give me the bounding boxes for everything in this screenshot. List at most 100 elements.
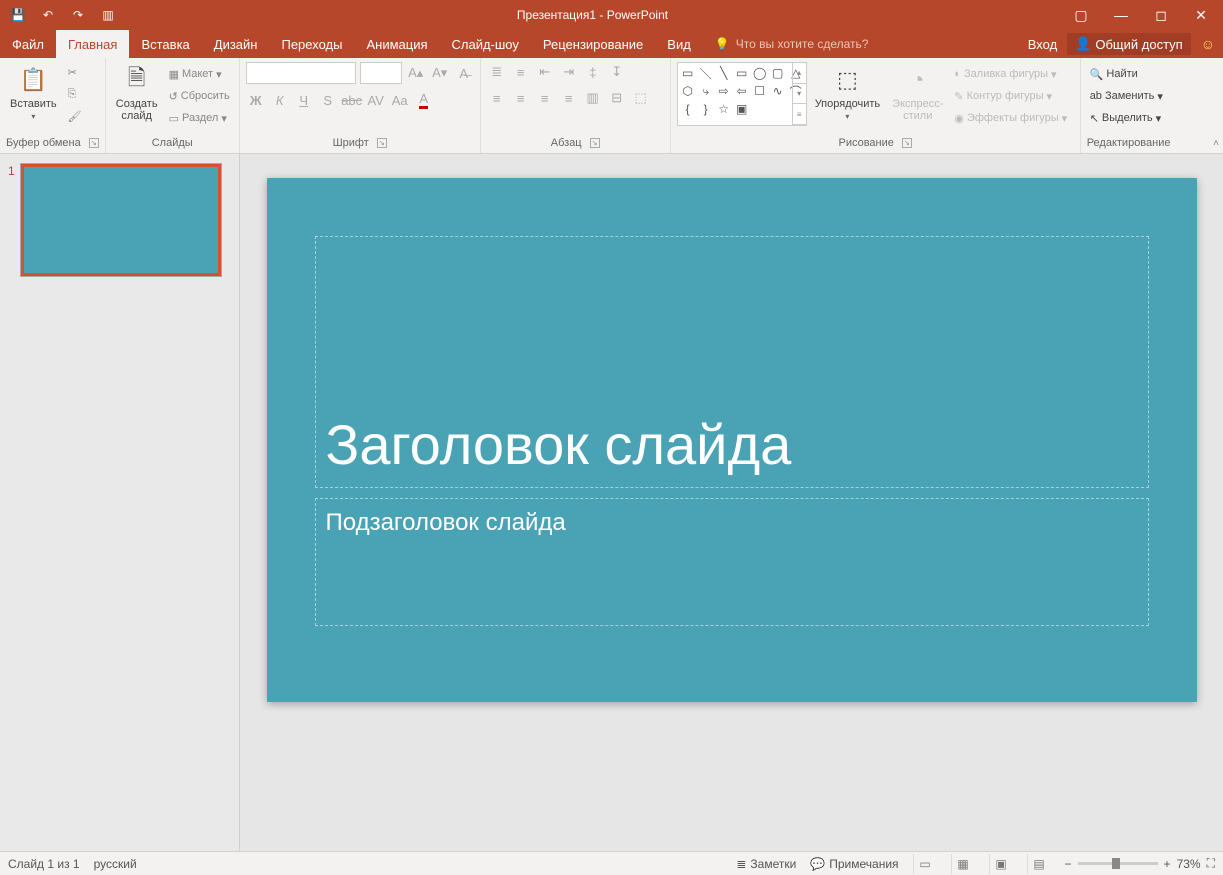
reset-button[interactable]: ↺Сбросить — [166, 86, 233, 106]
tab-transitions[interactable]: Переходы — [269, 30, 354, 58]
quick-styles-button[interactable]: ◔ Экспресс- стили — [888, 62, 947, 124]
italic-button[interactable]: К — [270, 90, 290, 110]
shape-rect-icon[interactable]: ▭ — [734, 65, 750, 81]
tab-file[interactable]: Файл — [0, 30, 56, 58]
dialog-launcher-icon[interactable]: ↘ — [377, 138, 387, 148]
zoom-level[interactable]: 73% — [1177, 857, 1201, 871]
ribbon-options-icon[interactable]: ▢ — [1065, 3, 1097, 27]
paste-button[interactable]: 📋 Вставить ▾ — [6, 62, 61, 123]
bold-button[interactable]: Ж — [246, 90, 266, 110]
signin-link[interactable]: Вход — [1028, 37, 1057, 52]
copy-button[interactable]: ⎘ — [65, 84, 85, 104]
start-slideshow-icon[interactable]: ▥ — [100, 7, 116, 23]
tab-insert[interactable]: Вставка — [129, 30, 201, 58]
align-center-button[interactable]: ≡ — [511, 88, 531, 108]
shape-oval-icon[interactable]: ◯ — [752, 65, 768, 81]
font-color-button[interactable]: A — [414, 90, 434, 110]
shape-brace-icon[interactable]: { — [680, 101, 696, 117]
share-button[interactable]: 👤Общий доступ — [1067, 33, 1191, 55]
language-status[interactable]: русский — [94, 857, 137, 871]
undo-icon[interactable]: ↶ — [40, 7, 56, 23]
collapse-ribbon-icon[interactable]: ˄ — [1213, 138, 1219, 149]
justify-button[interactable]: ≡ — [559, 88, 579, 108]
title-placeholder[interactable]: Заголовок слайда — [315, 236, 1149, 488]
smartart-button[interactable]: ⬚ — [631, 88, 651, 108]
fit-to-window-button[interactable]: ⛶ — [1207, 856, 1215, 871]
comments-button[interactable]: 💬Примечания — [810, 857, 898, 871]
shape-curve-icon[interactable]: ∿ — [770, 83, 786, 99]
normal-view-button[interactable]: ▭ — [913, 854, 937, 874]
zoom-knob[interactable] — [1112, 858, 1120, 869]
shape-star-icon[interactable]: ☆ — [716, 101, 732, 117]
align-left-button[interactable]: ≡ — [487, 88, 507, 108]
shadow-button[interactable]: S — [318, 90, 338, 110]
decrease-font-icon[interactable]: A▾ — [430, 63, 450, 83]
zoom-out-button[interactable]: − — [1065, 857, 1072, 871]
change-case-button[interactable]: Aa — [390, 90, 410, 110]
shape-outline-button[interactable]: ✎Контур фигуры ▾ — [951, 86, 1070, 106]
reading-view-button[interactable]: ▣ — [989, 854, 1013, 874]
dialog-launcher-icon[interactable]: ↘ — [902, 138, 912, 148]
gallery-down-icon[interactable]: ▾ — [793, 84, 806, 105]
notes-button[interactable]: ≣Заметки — [736, 857, 796, 871]
shape-arrow4-icon[interactable]: ⇦ — [734, 83, 750, 99]
close-button[interactable]: ✕ — [1185, 3, 1217, 27]
clear-formatting-icon[interactable]: A̶ — [454, 63, 474, 83]
line-spacing-button[interactable]: ‡ — [583, 62, 603, 82]
shape-arrow3-icon[interactable]: ⇨ — [716, 83, 732, 99]
replace-button[interactable]: abЗаменить ▾ — [1087, 86, 1166, 106]
align-text-button[interactable]: ⊟ — [607, 88, 627, 108]
font-name-input[interactable] — [246, 62, 356, 84]
format-painter-button[interactable]: 🖌 — [65, 106, 85, 126]
bullets-button[interactable]: ≣ — [487, 62, 507, 82]
slide-thumbnail-1[interactable]: 1 — [8, 164, 231, 276]
dialog-launcher-icon[interactable]: ↘ — [590, 138, 600, 148]
shape-line-icon[interactable]: ＼ — [698, 65, 714, 81]
shape-effects-button[interactable]: ◉Эффекты фигуры ▾ — [951, 108, 1070, 128]
thumbnail-pane[interactable]: 1 — [0, 154, 240, 851]
layout-button[interactable]: ▦Макет ▾ — [166, 64, 233, 84]
shape-roundrect-icon[interactable]: ▢ — [770, 65, 786, 81]
slide-canvas[interactable]: Заголовок слайда Подзаголовок слайда — [267, 178, 1197, 702]
tell-me[interactable]: 💡Что вы хотите сделать? — [703, 30, 881, 58]
find-button[interactable]: 🔍Найти — [1087, 64, 1166, 84]
new-slide-button[interactable]: 🗎 Создать слайд — [112, 62, 162, 124]
tab-design[interactable]: Дизайн — [202, 30, 270, 58]
dialog-launcher-icon[interactable]: ↘ — [89, 138, 99, 148]
shape-callout-icon[interactable]: ☐ — [752, 83, 768, 99]
shape-action-icon[interactable]: ▣ — [734, 101, 750, 117]
shape-arrow-icon[interactable]: ⬡ — [680, 83, 696, 99]
columns-button[interactable]: ▥ — [583, 88, 603, 108]
save-icon[interactable]: 💾 — [10, 7, 26, 23]
arrange-button[interactable]: ⬚ Упорядочить ▾ — [811, 62, 884, 123]
tab-home[interactable]: Главная — [56, 30, 129, 58]
redo-icon[interactable]: ↷ — [70, 7, 86, 23]
tab-review[interactable]: Рецензирование — [531, 30, 655, 58]
shapes-gallery[interactable]: ▭＼╲▭◯▢ △⬡⤷⇨⇦☐ ∿⌒{}☆▣ ▴▾≡ — [677, 62, 807, 126]
subtitle-placeholder[interactable]: Подзаголовок слайда — [315, 498, 1149, 626]
zoom-slider[interactable] — [1078, 862, 1158, 865]
tab-animations[interactable]: Анимация — [354, 30, 439, 58]
maximize-button[interactable]: ◻ — [1145, 3, 1177, 27]
gallery-up-icon[interactable]: ▴ — [793, 63, 806, 84]
increase-indent-button[interactable]: ⇥ — [559, 62, 579, 82]
shape-brace2-icon[interactable]: } — [698, 101, 714, 117]
shape-line2-icon[interactable]: ╲ — [716, 65, 732, 81]
char-spacing-button[interactable]: AV — [366, 90, 386, 110]
gallery-more-icon[interactable]: ≡ — [793, 104, 806, 125]
zoom-in-button[interactable]: + — [1164, 857, 1171, 871]
title-text[interactable]: Заголовок слайда — [326, 412, 792, 477]
slide-count[interactable]: Слайд 1 из 1 — [8, 857, 80, 871]
tab-slideshow[interactable]: Слайд-шоу — [440, 30, 531, 58]
increase-font-icon[interactable]: A▴ — [406, 63, 426, 83]
minimize-button[interactable]: — — [1105, 3, 1137, 27]
feedback-icon[interactable]: ☺ — [1201, 36, 1215, 52]
font-size-input[interactable] — [360, 62, 402, 84]
select-button[interactable]: ↖Выделить ▾ — [1087, 108, 1166, 128]
underline-button[interactable]: Ч — [294, 90, 314, 110]
strike-button[interactable]: abc — [342, 90, 362, 110]
numbering-button[interactable]: ≡ — [511, 62, 531, 82]
text-direction-button[interactable]: ↧ — [607, 62, 627, 82]
tab-view[interactable]: Вид — [655, 30, 703, 58]
sorter-view-button[interactable]: ▦ — [951, 854, 975, 874]
